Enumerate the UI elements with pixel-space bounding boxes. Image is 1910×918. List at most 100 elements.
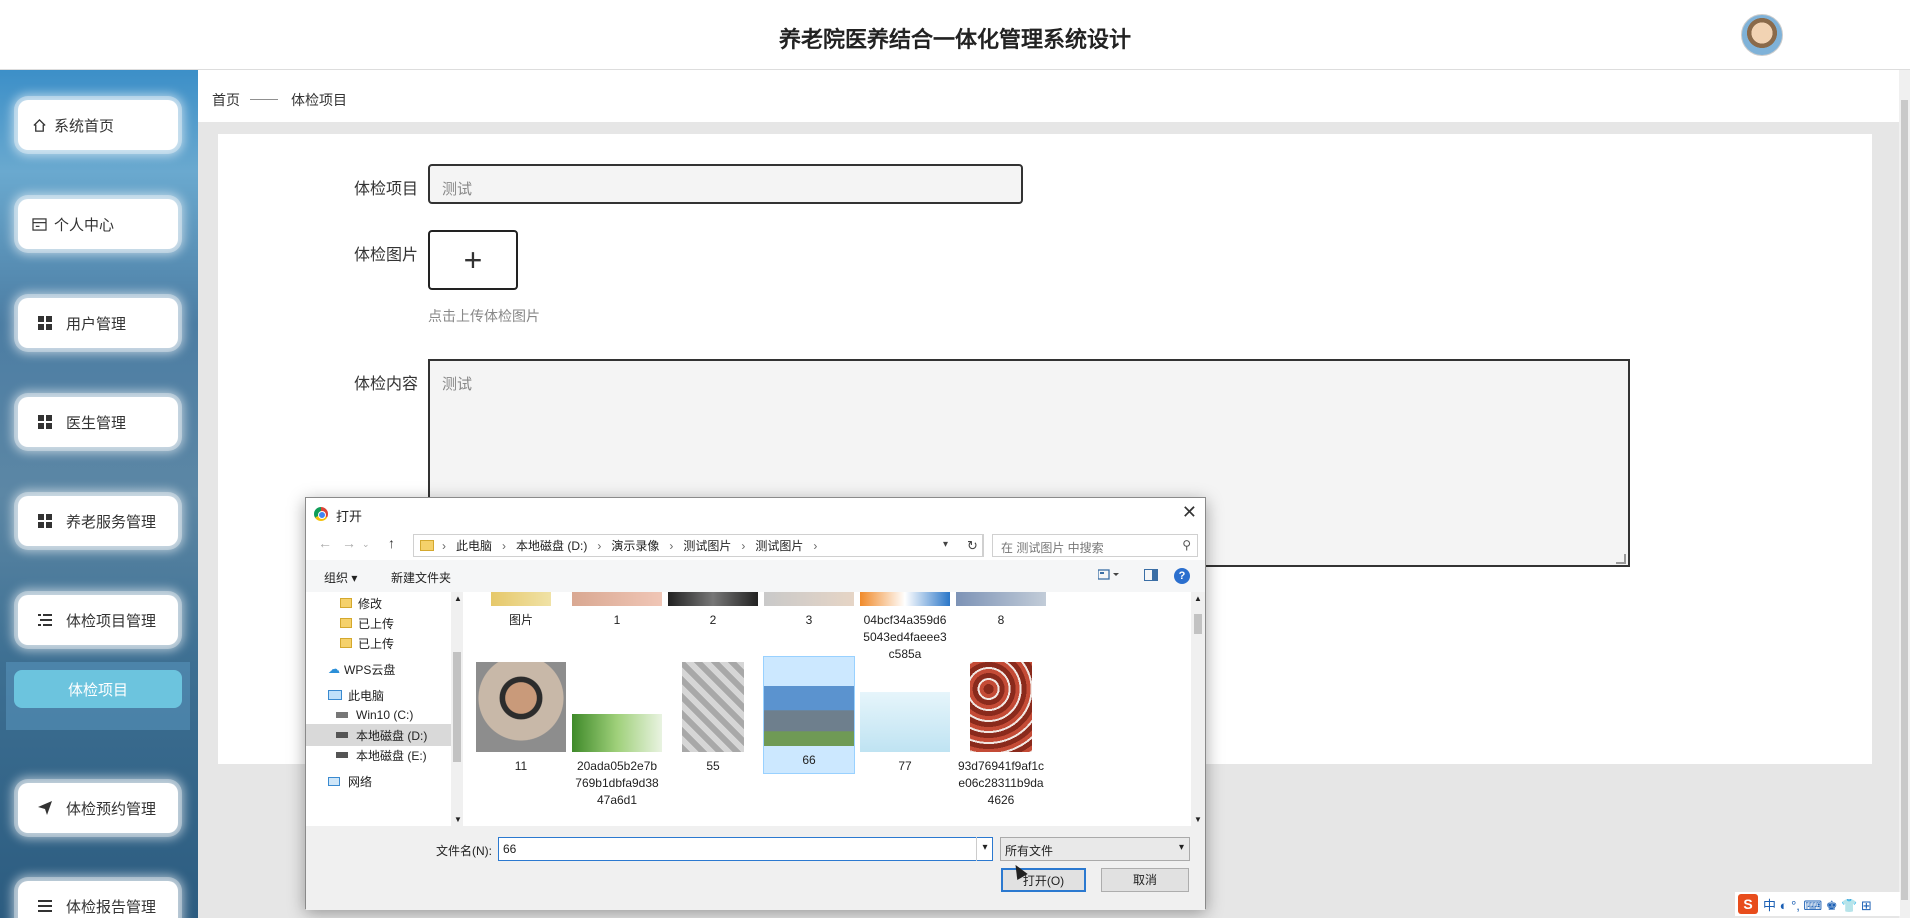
chevron-right-icon: ›: [502, 538, 507, 553]
folder-icon: [420, 540, 434, 551]
help-icon[interactable]: ?: [1174, 568, 1190, 584]
sidebar-subitem-checkup[interactable]: 体检项目: [14, 670, 182, 708]
cancel-button[interactable]: 取消: [1101, 868, 1189, 892]
path-segment[interactable]: 测试图片: [683, 537, 731, 554]
tree-item-this-pc[interactable]: 此电脑: [306, 684, 451, 706]
back-arrow-icon[interactable]: ←: [318, 535, 332, 551]
file-tile[interactable]: 20ada05b2e7b 769b1dbfa9d38 47a6d1: [571, 662, 663, 809]
sidebar-item-label: 体检预约管理: [66, 800, 157, 818]
breadcrumb-home[interactable]: 首页: [212, 90, 240, 110]
image-thumbnail: [956, 592, 1046, 606]
scroll-down-icon[interactable]: ▼: [454, 815, 462, 824]
cloud-icon: ☁: [328, 662, 340, 676]
tree-item-drive-selected[interactable]: 本地磁盘 (D:): [306, 724, 451, 746]
path-segment[interactable]: 演示录像: [611, 537, 659, 554]
page-scrollbar-thumb[interactable]: [1901, 100, 1908, 900]
path-segment[interactable]: 测试图片: [755, 537, 803, 554]
image-thumbnail: [860, 692, 950, 752]
close-icon[interactable]: ✕: [1182, 502, 1197, 523]
filetype-value: 所有文件: [1005, 844, 1054, 858]
scroll-up-icon[interactable]: ▲: [1194, 594, 1202, 603]
file-tile[interactable]: 2: [667, 592, 759, 629]
file-tile[interactable]: 3: [763, 592, 855, 629]
path-segment[interactable]: 本地磁盘 (D:): [516, 537, 587, 554]
ime-toolbar[interactable]: S 中 ◐ °, ⌨ ♚ 👕 ⊞: [1735, 892, 1900, 916]
sidebar-item-profile[interactable]: 个人中心: [18, 199, 178, 249]
sidebar-item-label: 用户管理: [66, 315, 127, 333]
sidebar-item-home[interactable]: 系统首页: [18, 100, 178, 150]
preview-pane-icon[interactable]: [1144, 569, 1158, 584]
file-tile[interactable]: 图片: [475, 592, 567, 629]
sidebar-item-label: 体检报告管理: [66, 898, 157, 916]
top-header: 养老院医养结合一体化管理系统设计: [0, 0, 1910, 70]
tree-item-wps-cloud[interactable]: ☁ WPS云盘: [306, 658, 451, 680]
files-scrollbar[interactable]: ▲ ▼: [1191, 592, 1205, 826]
breadcrumb-current: 体检项目: [291, 92, 347, 108]
page-scrollbar[interactable]: [1899, 70, 1910, 918]
files-scrollbar-thumb[interactable]: [1194, 614, 1202, 634]
file-name: 55: [706, 759, 720, 773]
sidebar-item-checkup-items[interactable]: 体检项目管理: [18, 595, 178, 645]
tree-item-folder[interactable]: 已上传: [306, 612, 451, 634]
file-name: 77: [898, 759, 912, 773]
forward-arrow-icon[interactable]: →: [342, 535, 356, 551]
resize-handle[interactable]: [1616, 554, 1626, 564]
address-bar[interactable]: › 此电脑 › 本地磁盘 (D:) › 演示录像 › 测试图片 › 测试图片 ›: [413, 534, 983, 557]
home-icon: [30, 116, 48, 134]
sidebar-item-users[interactable]: 用户管理: [18, 298, 178, 348]
folder-search-input[interactable]: 在 测试图片 中搜索 ⚲: [992, 534, 1198, 557]
file-tile[interactable]: 77: [859, 662, 951, 775]
file-tile[interactable]: 11: [475, 662, 567, 775]
file-tile[interactable]: 93d76941f9af1c e06c28311b9da 4626: [955, 662, 1047, 809]
tree-item-label: Win10 (C:): [356, 708, 414, 722]
tree-item-drive[interactable]: 本地磁盘 (E:): [306, 744, 451, 766]
tree-item-network[interactable]: 网络: [306, 770, 451, 792]
file-name: 3: [805, 613, 813, 627]
file-name: 93d76941f9af1c e06c28311b9da 4626: [957, 759, 1045, 807]
tree-item-folder[interactable]: 已上传: [306, 632, 451, 654]
view-options-icon[interactable]: [1097, 569, 1120, 584]
organize-button[interactable]: 组织 ▾: [324, 569, 357, 586]
scroll-up-icon[interactable]: ▲: [454, 594, 462, 603]
folder-icon: [340, 618, 352, 628]
sidebar-item-reports[interactable]: 体检报告管理: [18, 881, 178, 918]
file-tile[interactable]: 04bcf34a359d6 5043ed4faeee3 c585a: [859, 592, 951, 663]
breadcrumb: 首页 —— 体检项目: [198, 70, 1899, 122]
scroll-down-icon[interactable]: ▼: [1194, 815, 1202, 824]
sidebar-item-elderly-services[interactable]: 养老服务管理: [18, 496, 178, 546]
up-arrow-icon[interactable]: ↑: [388, 535, 395, 551]
tree-item-label: 修改: [358, 596, 383, 611]
checkup-item-input[interactable]: 测试: [428, 164, 1023, 204]
refresh-icon[interactable]: ↻: [962, 534, 984, 557]
plus-icon: +: [463, 241, 483, 278]
dialog-titlebar[interactable]: 打开 ✕: [306, 498, 1205, 530]
chevron-down-icon[interactable]: ▾: [943, 539, 948, 550]
list-icon: [36, 611, 54, 629]
filename-input[interactable]: 66: [498, 837, 993, 861]
tree-item-drive[interactable]: Win10 (C:): [306, 704, 451, 726]
file-tile[interactable]: 55: [667, 662, 759, 775]
new-folder-button[interactable]: 新建文件夹: [391, 569, 451, 586]
path-segment[interactable]: 此电脑: [456, 537, 492, 554]
filetype-select[interactable]: 所有文件 ▾: [1000, 837, 1190, 861]
file-tile-selected[interactable]: 66: [763, 656, 855, 774]
image-upload-button[interactable]: +: [428, 230, 518, 290]
tree-item-folder[interactable]: 修改: [306, 592, 451, 614]
page-title: 养老院医养结合一体化管理系统设计: [778, 27, 1131, 52]
dialog-footer: 文件名(N): 66 ▾ 所有文件 ▾ 打开(O) 取消: [306, 826, 1205, 910]
file-tile[interactable]: 1: [571, 592, 663, 629]
tree-scrollbar[interactable]: ▲ ▼: [451, 592, 463, 826]
tree-scrollbar-thumb[interactable]: [453, 652, 461, 762]
file-tile[interactable]: 8: [955, 592, 1047, 629]
checkup-image-label: 体检图片: [354, 247, 419, 264]
sidebar-item-doctors[interactable]: 医生管理: [18, 397, 178, 447]
recent-dropdown-icon[interactable]: ⌄: [362, 539, 370, 550]
ime-status: 中 ◐ °, ⌨ ♚ 👕 ⊞: [1763, 897, 1872, 913]
chevron-down-icon[interactable]: ▾: [976, 837, 993, 861]
avatar[interactable]: [1741, 14, 1783, 56]
file-open-dialog: 打开 ✕ ← → ⌄ ↑ › 此电脑 › 本地磁盘 (D:) › 演示录像 › …: [305, 497, 1206, 910]
drive-icon: [336, 732, 348, 738]
folder-icon: [340, 598, 352, 608]
sidebar-item-appointments[interactable]: 体检预约管理: [18, 783, 178, 833]
search-placeholder: 在 测试图片 中搜索: [1001, 541, 1104, 555]
